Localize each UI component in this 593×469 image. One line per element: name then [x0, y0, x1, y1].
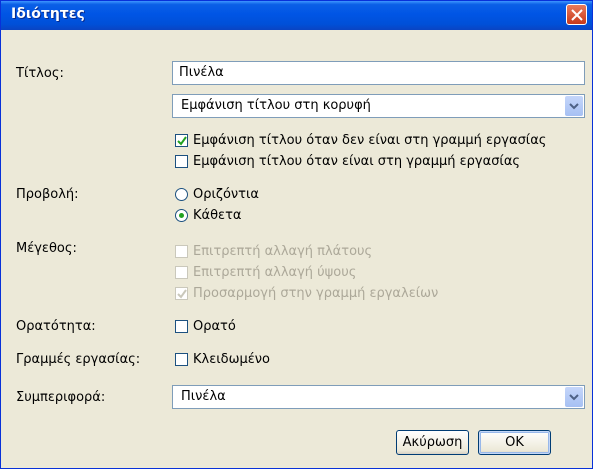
checkbox[interactable] — [175, 320, 188, 333]
dropdown-button[interactable] — [565, 387, 583, 407]
checkbox-label: Επιτρεπτή αλλαγή ύψους — [193, 265, 357, 280]
properties-dialog: Ιδιότητες Τίτλος: Πινέλα Εμφάνιση τίτλου… — [0, 0, 593, 469]
title-label: Τίτλος: — [16, 66, 64, 81]
checkbox-label: Εμφάνιση τίτλου όταν δεν είναι στη γραμμ… — [193, 133, 547, 148]
radio-selected-dot — [179, 213, 184, 218]
checkbox — [175, 287, 188, 300]
title-input[interactable]: Πινέλα — [172, 61, 585, 85]
checkbox-label: Προσαρμογή στην γραμμή εργαλείων — [193, 286, 439, 301]
checkbox-label: Κλειδωμένο — [193, 352, 270, 367]
checkbox-label: Εμφάνιση τίτλου όταν είναι στη γραμμή ερ… — [193, 154, 521, 169]
taskbars-label: Γραμμές εργασίας: — [16, 352, 141, 367]
dropdown-button[interactable] — [565, 96, 583, 116]
radio-label: Οριζόντια — [193, 187, 259, 202]
close-icon — [571, 9, 583, 21]
behavior-value: Πινέλα — [181, 389, 226, 404]
behavior-label: Συμπεριφορά: — [16, 390, 106, 405]
chevron-down-icon — [569, 394, 579, 401]
radio-button[interactable] — [175, 209, 188, 222]
checkbox-label: Ορατό — [193, 319, 236, 334]
checkbox — [175, 245, 188, 258]
window-title: Ιδιότητες — [11, 6, 85, 22]
size-label: Μέγεθος: — [16, 241, 77, 256]
title-position-value: Εμφάνιση τίτλου στη κορυφή — [181, 98, 371, 113]
checkbox-label: Επιτρεπτή αλλαγή πλάτους — [193, 244, 373, 259]
title-position-select[interactable]: Εμφάνιση τίτλου στη κορυφή — [172, 94, 585, 118]
radio-label: Κάθετα — [193, 208, 242, 223]
checkbox — [175, 266, 188, 279]
radio-button[interactable] — [175, 188, 188, 201]
close-button[interactable] — [566, 4, 587, 25]
behavior-select[interactable]: Πινέλα — [172, 385, 585, 409]
visibility-label: Ορατότητα: — [16, 319, 96, 334]
checkbox[interactable] — [175, 353, 188, 366]
chevron-down-icon — [569, 103, 579, 110]
checkmark-icon — [177, 289, 187, 299]
checkmark-icon — [177, 136, 187, 146]
cancel-button[interactable]: Ακύρωση — [396, 430, 469, 455]
title-bar[interactable]: Ιδιότητες — [1, 1, 592, 30]
ok-button[interactable]: OK — [478, 430, 551, 455]
view-label: Προβολή: — [16, 187, 79, 202]
checkbox[interactable] — [175, 155, 188, 168]
checkbox[interactable] — [175, 134, 188, 147]
